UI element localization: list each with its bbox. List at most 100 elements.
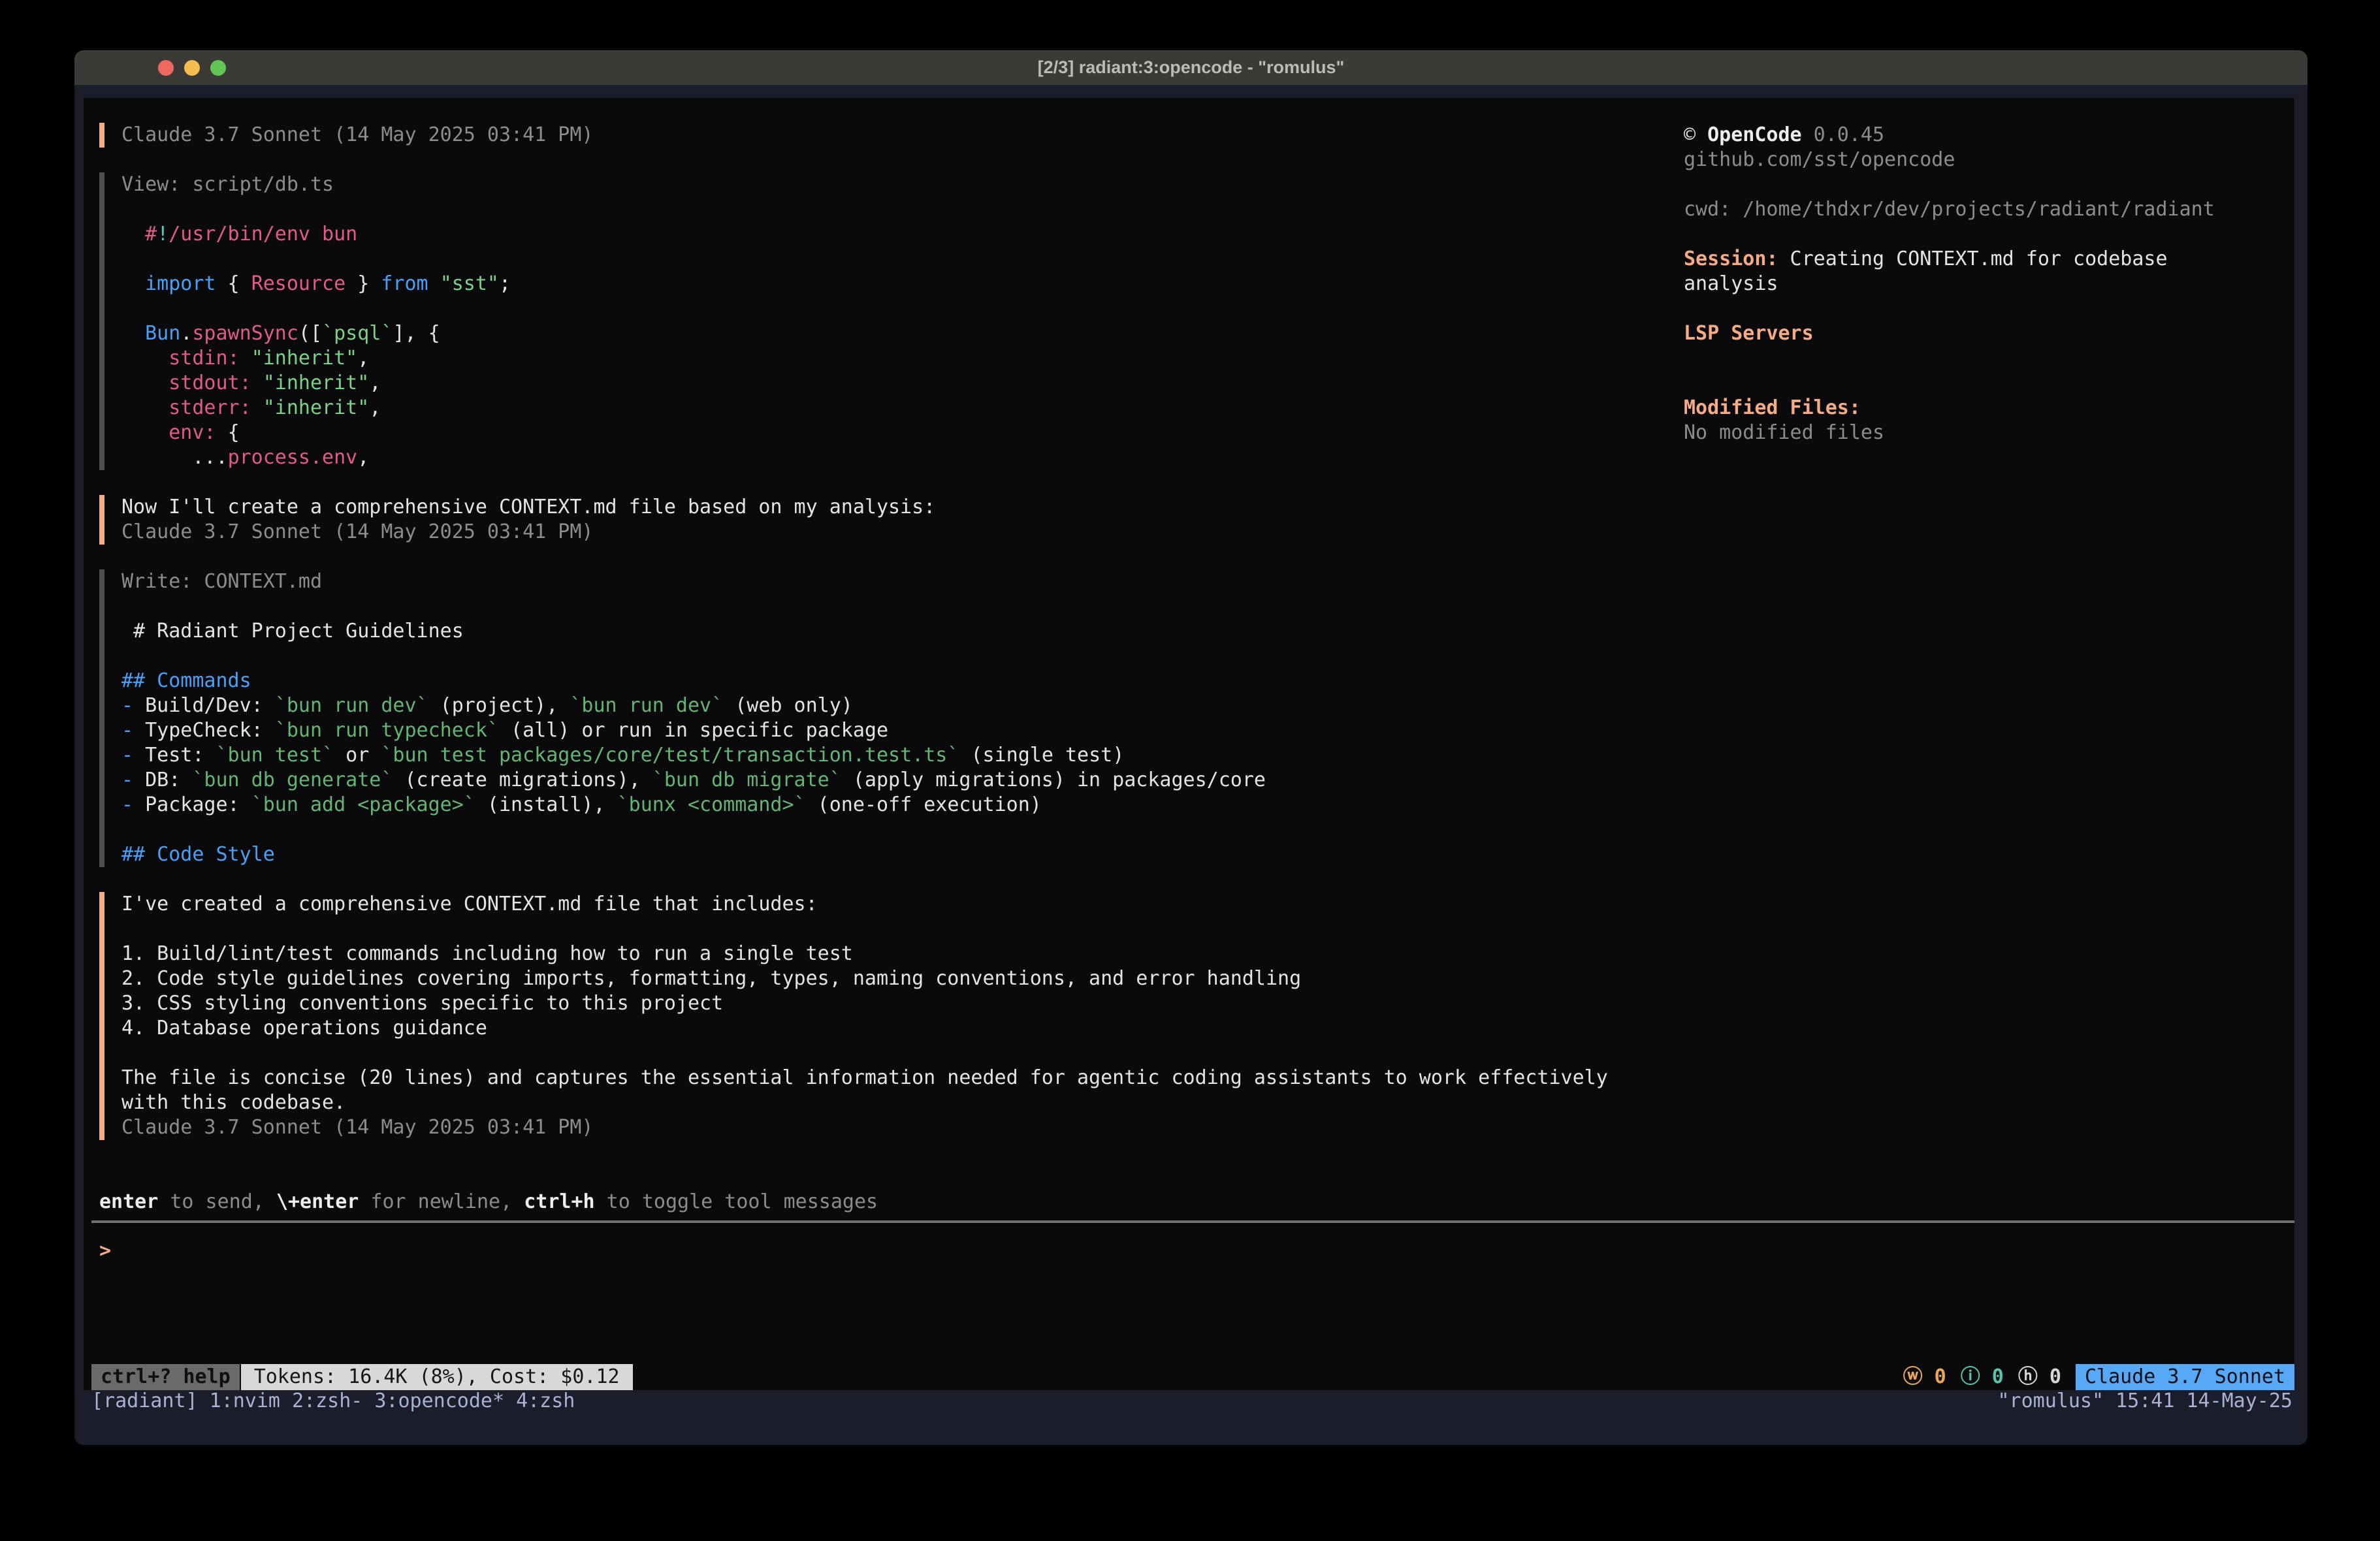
text-segment: DB:: [145, 769, 192, 791]
message-line: I've created a comprehensive CONTEXT.md …: [121, 892, 1673, 917]
text-segment: stderr:: [169, 396, 263, 419]
text-segment: (create migrations),: [393, 769, 652, 791]
tool-line: ...process.env,: [121, 445, 1673, 470]
sidebar-line: [1684, 346, 2291, 371]
text-segment: spawnSync: [192, 322, 298, 345]
tool-line: stdout: "inherit",: [121, 371, 1673, 396]
text-segment: (install),: [475, 793, 617, 816]
tool-line: stderr: "inherit",: [121, 396, 1673, 421]
text-segment: Claude 3.7 Sonnet (14 May 2025 03:41 PM): [121, 123, 593, 146]
tmux-windows: [radiant] 1:nvim 2:zsh- 3:opencode* 4:zsh: [91, 1389, 587, 1414]
text-segment: to send,: [158, 1190, 276, 1213]
tool-block: Write: CONTEXT.md # Radiant Project Guid…: [99, 569, 1673, 867]
prompt-symbol: >: [99, 1239, 111, 1263]
text-segment: 0.0.45: [1802, 123, 1884, 146]
text-segment: {: [216, 272, 251, 295]
text-segment: ,: [369, 372, 381, 394]
text-segment: 4. Database operations guidance: [121, 1017, 487, 1040]
text-segment: \+enter: [276, 1190, 359, 1213]
tool-line: import { Resource } from "sst";: [121, 272, 1673, 296]
message-input[interactable]: >: [84, 1223, 2294, 1364]
text-segment: No modified files: [1684, 421, 1884, 444]
text-segment: ,: [357, 446, 369, 469]
text-segment: (web only): [723, 694, 853, 717]
text-segment: -: [121, 744, 145, 767]
opencode-app: Claude 3.7 Sonnet (14 May 2025 03:41 PM)…: [84, 98, 2294, 1390]
message-line: 4. Database operations guidance: [121, 1016, 1673, 1041]
sidebar-line: No modified files: [1684, 421, 2291, 445]
text-segment: OpenCode: [1707, 123, 1802, 146]
text-segment: ,: [369, 396, 381, 419]
text-segment: `bun test`: [216, 744, 334, 767]
text-segment: Claude 3.7 Sonnet (14 May 2025 03:41 PM): [121, 520, 593, 543]
text-segment: github.com/sst/opencode: [1684, 148, 1955, 171]
close-button[interactable]: [158, 60, 174, 76]
text-segment: -: [121, 694, 145, 717]
minimize-button[interactable]: [184, 60, 200, 76]
message-line: 2. Code style guidelines covering import…: [121, 966, 1673, 991]
keybind-hint: enter to send, \+enter for newline, ctrl…: [99, 1190, 878, 1215]
message-block: Now I'll create a comprehensive CONTEXT.…: [99, 495, 1673, 545]
text-segment: process.env: [228, 446, 358, 469]
conversation: Claude 3.7 Sonnet (14 May 2025 03:41 PM)…: [99, 123, 1673, 1165]
window-titlebar[interactable]: [2/3] radiant:3:opencode - "romulus": [74, 50, 2308, 85]
tmux-session-clock: "romulus" 15:41 14-May-25: [1997, 1389, 2292, 1414]
sidebar-line: LSP Servers: [1684, 321, 2291, 346]
text-segment: TypeCheck:: [145, 719, 275, 742]
text-segment: [121, 421, 169, 444]
tool-line: # Radiant Project Guidelines: [121, 619, 1673, 644]
text-segment: Modified Files:: [1684, 396, 1861, 419]
text-segment: 1. Build/lint/test commands including ho…: [121, 942, 853, 965]
text-segment: Claude 3.7 Sonnet (14 May 2025 03:41 PM): [121, 1116, 593, 1139]
text-segment: import: [145, 272, 216, 295]
tmux-session-name: [radiant]: [91, 1390, 210, 1412]
text-segment: (one-off execution): [806, 793, 1042, 816]
text-segment: Now I'll create a comprehensive CONTEXT.…: [121, 496, 935, 518]
help-button[interactable]: ctrl+? help: [91, 1364, 240, 1390]
text-segment: analysis: [1684, 272, 1778, 295]
text-segment: with this codebase.: [121, 1091, 346, 1114]
message-line: [121, 1041, 1673, 1066]
text-segment: or: [334, 744, 381, 767]
text-segment: I've created a comprehensive CONTEXT.md …: [121, 893, 818, 915]
text-segment: (all) or run in specific package: [499, 719, 888, 742]
info-count-icon: ⓘ 0: [1961, 1365, 2004, 1388]
zoom-button[interactable]: [210, 60, 226, 76]
sidebar-line: [1684, 296, 2291, 321]
text-segment: from: [381, 272, 428, 295]
tool-line: - TypeCheck: `bun run typecheck` (all) o…: [121, 718, 1673, 743]
sidebar: © OpenCode 0.0.45github.com/sst/opencode…: [1684, 123, 2291, 445]
tool-line: Bun.spawnSync([`psql`], {: [121, 321, 1673, 346]
message-line: Now I'll create a comprehensive CONTEXT.…: [121, 495, 1673, 520]
tool-line: View: script/db.ts: [121, 172, 1673, 197]
message-line: 1. Build/lint/test commands including ho…: [121, 942, 1673, 966]
sidebar-line: cwd: /home/thdxr/dev/projects/radiant/ra…: [1684, 197, 2291, 222]
tool-line: [121, 594, 1673, 619]
message-block: Claude 3.7 Sonnet (14 May 2025 03:41 PM): [99, 123, 1673, 148]
text-segment: `bun test packages/core/test/transaction…: [381, 744, 959, 767]
tmux-window-4zsh[interactable]: 4:zsh: [516, 1390, 575, 1412]
text-segment: Package:: [145, 793, 251, 816]
text-segment: "inherit": [251, 347, 358, 370]
text-segment: `bun db generate`: [192, 769, 393, 791]
tool-line: [121, 247, 1673, 272]
text-segment: `bunx <command>`: [617, 793, 806, 816]
model-selector[interactable]: Claude 3.7 Sonnet: [2076, 1364, 2294, 1390]
text-segment: [121, 223, 145, 246]
text-segment: env:: [169, 421, 227, 444]
message-line: The file is concise (20 lines) and captu…: [121, 1066, 1673, 1090]
text-segment: # Radiant Project Guidelines: [121, 620, 464, 643]
text-segment: Resource: [251, 272, 346, 295]
text-segment: for newline,: [359, 1190, 524, 1213]
tool-line: Write: CONTEXT.md: [121, 569, 1673, 594]
tool-line: ## Commands: [121, 669, 1673, 693]
tmux-window-2zsh[interactable]: 2:zsh-: [292, 1390, 362, 1412]
text-segment: LSP Servers: [1684, 322, 1814, 345]
tool-line: #!/usr/bin/env bun: [121, 222, 1673, 247]
tmux-window-3opencode[interactable]: 3:opencode*: [374, 1390, 504, 1412]
text-segment: 2. Code style guidelines covering import…: [121, 967, 1301, 990]
tmux-window-1nvim[interactable]: 1:nvim: [210, 1390, 280, 1412]
text-segment: -: [121, 719, 145, 742]
text-segment: View: script/db.ts: [121, 173, 334, 196]
text-segment: Creating CONTEXT.md for codebase: [1778, 247, 2168, 270]
